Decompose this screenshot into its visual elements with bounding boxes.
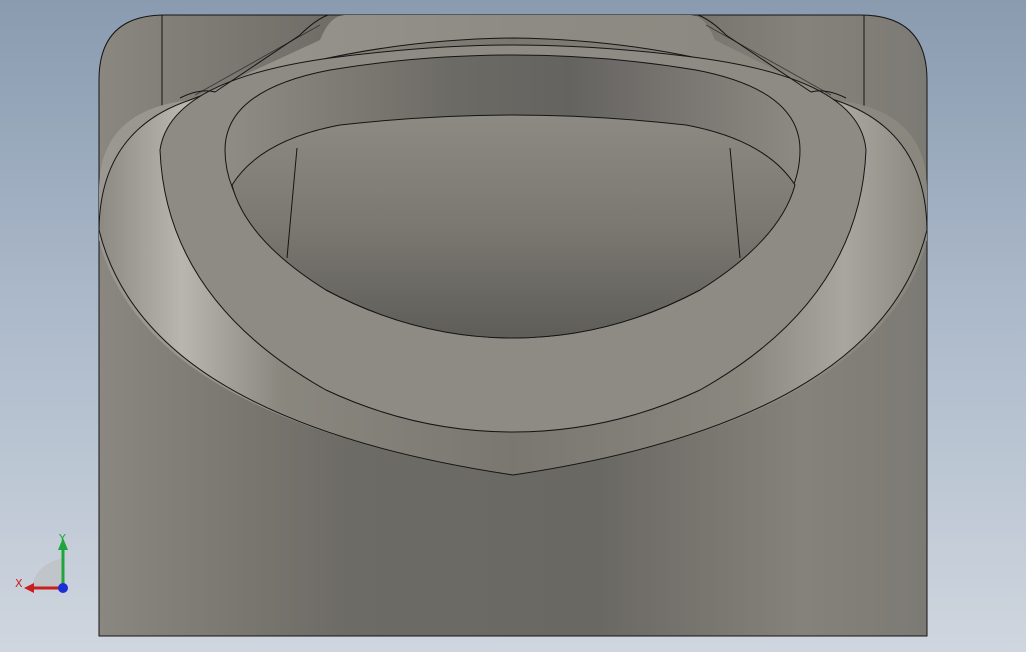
x-axis-arrow	[24, 583, 34, 593]
y-axis-label: Y	[58, 532, 66, 545]
orientation-triad: Y X	[15, 532, 68, 593]
model-render[interactable]	[0, 0, 1026, 652]
triad-plane	[32, 558, 62, 588]
z-axis-dot	[58, 583, 68, 593]
x-axis-label: X	[15, 577, 23, 590]
3d-viewport[interactable]: Y X	[0, 0, 1026, 652]
